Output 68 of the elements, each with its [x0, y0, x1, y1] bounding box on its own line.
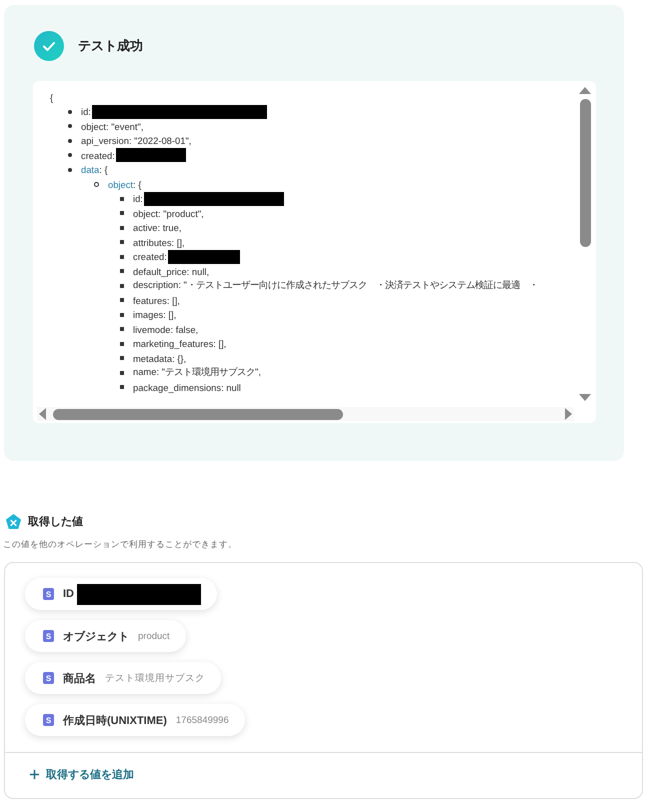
code-line: id:	[81, 106, 91, 118]
code-line: images: [],	[133, 309, 176, 320]
add-value-button[interactable]: 取得する値を追加	[27, 765, 136, 784]
code-line: created:	[133, 251, 167, 262]
bullet-icon	[120, 226, 124, 230]
bullet-icon	[120, 211, 124, 216]
result-title: テスト成功	[78, 37, 143, 55]
code-line: object: "product",	[133, 208, 204, 219]
code-line: description: "・テストユーザー向けに作成されたサブスク ・決済テストやシステム検証に最適 ・	[133, 279, 538, 292]
value-chip[interactable]: S 作成日時(UNIXTIME) 1765849996	[25, 704, 245, 736]
code-line: livemode: false,	[133, 324, 198, 335]
variable-icon	[5, 513, 22, 530]
plus-icon	[29, 769, 40, 780]
string-badge: S	[43, 672, 54, 684]
bullet-icon	[68, 124, 72, 128]
string-badge: S	[43, 714, 54, 726]
bullet-icon	[120, 298, 124, 302]
chip-label: オブジェクト	[63, 630, 129, 644]
bullet-icon	[120, 240, 124, 244]
bullet-icon	[120, 385, 124, 390]
chip-label: 商品名	[63, 672, 96, 686]
bullet-icon	[68, 110, 72, 114]
code-line: object: {	[108, 178, 142, 190]
code-line: data: {	[81, 164, 108, 176]
scroll-left-icon[interactable]	[37, 407, 47, 421]
bullet-icon	[120, 312, 124, 317]
value-chip[interactable]: S オブジェクト product	[25, 620, 186, 652]
section-description: この値を他のオペレーションで利用することができます。	[3, 539, 238, 551]
bullet-icon	[68, 168, 72, 172]
code-line: id:	[133, 193, 143, 204]
code-line: metadata: {},	[133, 352, 186, 364]
code-line: attributes: [],	[133, 236, 185, 248]
section-title: 取得した値	[28, 515, 83, 529]
code-line: package_dimensions: null	[133, 382, 241, 393]
bullet-icon	[68, 153, 72, 158]
code-line: active: true,	[133, 222, 182, 234]
scrollbar-thumb[interactable]	[580, 99, 590, 247]
bullet-icon	[120, 342, 124, 346]
code-line: features: [],	[133, 294, 180, 306]
chip-value: product	[138, 630, 170, 642]
code-line: api_version: "2022-08-01",	[81, 135, 192, 146]
chip-label: ID	[63, 588, 74, 600]
code-line: created:	[81, 150, 115, 161]
bullet-icon	[120, 269, 124, 274]
scroll-up-icon[interactable]	[578, 85, 592, 95]
value-chip[interactable]: S 商品名 テスト環境用サブスク	[25, 662, 221, 694]
string-badge: S	[43, 588, 54, 600]
scroll-right-icon[interactable]	[564, 407, 574, 421]
code-line: name: "テスト環境用サブスク",	[133, 366, 261, 380]
chip-value: 1765849996	[176, 714, 229, 726]
bullet-icon	[94, 182, 99, 187]
scroll-down-icon[interactable]	[578, 393, 592, 403]
chip-label: 作成日時(UNIXTIME)	[63, 714, 167, 728]
value-chip[interactable]: S ID	[25, 578, 217, 610]
code-line: object: "event",	[81, 120, 144, 132]
bullet-icon	[120, 254, 124, 259]
code-line: marketing_features: [],	[133, 338, 226, 350]
chip-value: テスト環境用サブスク	[105, 672, 205, 684]
bullet-icon	[120, 327, 124, 332]
scrollbar-thumb[interactable]	[53, 408, 343, 420]
code-text: {	[50, 92, 54, 103]
bullet-icon	[120, 356, 124, 360]
bullet-icon	[120, 284, 124, 288]
bullet-icon	[120, 370, 124, 375]
bullet-icon	[120, 196, 124, 201]
string-badge: S	[43, 630, 54, 642]
bullet-icon	[68, 138, 72, 143]
code-line: default_price: null,	[133, 266, 210, 277]
